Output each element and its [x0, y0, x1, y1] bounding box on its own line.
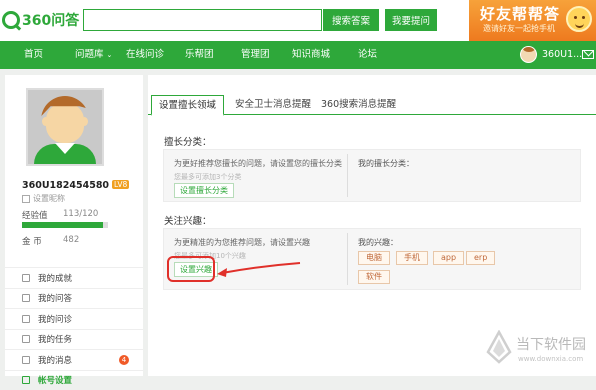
tab-security-reminder[interactable]: 安全卫士消息提醒	[228, 95, 318, 115]
interest-tag[interactable]: 软件	[358, 270, 390, 284]
trophy-icon	[22, 274, 30, 282]
interest-tag[interactable]: 手机	[396, 251, 428, 265]
exp-progress-fill	[22, 222, 103, 228]
promo-title: 好友帮帮答	[480, 3, 560, 24]
site-logo[interactable]: 360问答	[2, 10, 79, 30]
interest-tag[interactable]: erp	[466, 251, 495, 265]
nav-admin-group[interactable]: 管理团	[241, 41, 270, 69]
interest-section-title: 关注兴趣：	[164, 213, 212, 227]
box-divider	[347, 154, 348, 197]
menu-label: 我的问答	[38, 292, 72, 304]
nav-online-consult[interactable]: 在线问诊	[126, 41, 164, 69]
menu-label: 我的消息	[38, 354, 72, 366]
username-text: 360U182454580	[22, 180, 109, 191]
box-divider	[347, 233, 348, 285]
profile-username: 360U182454580LV8	[22, 180, 129, 191]
highlight-circle	[167, 256, 215, 282]
menu-account-settings[interactable]: 帐号设置	[5, 370, 143, 390]
my-interest-label: 我的兴趣：	[358, 237, 398, 248]
red-arrow-icon	[214, 257, 304, 279]
message-icon	[22, 356, 30, 364]
exp-progress-bar	[22, 222, 108, 228]
interest-tag[interactable]: app	[433, 251, 464, 265]
my-expertise-label: 我的擅长分类：	[358, 158, 414, 169]
task-icon	[22, 335, 30, 343]
menu-my-tasks[interactable]: 我的任务	[5, 329, 143, 350]
settings-icon	[22, 376, 30, 384]
menu-label: 我的成就	[38, 272, 72, 284]
menu-label: 我的问诊	[38, 313, 72, 325]
nav-home[interactable]: 首页	[24, 41, 43, 69]
menu-my-messages[interactable]: 我的消息 4	[5, 349, 143, 370]
logo-text: 360问答	[22, 10, 79, 30]
downxia-logo-icon	[485, 330, 513, 364]
doctor-icon	[22, 315, 30, 323]
set-nickname-label: 设置昵称	[33, 193, 65, 204]
profile-avatar[interactable]	[26, 88, 104, 166]
nav-user-menu[interactable]: 360U1...	[520, 46, 582, 63]
exp-value: 113/120	[63, 209, 98, 219]
nav-question-library[interactable]: 问题库⌄	[75, 41, 112, 69]
logo-q-icon	[2, 11, 20, 29]
promo-banner[interactable]: 好友帮帮答 邀请好友一起抢手机	[469, 0, 596, 41]
watermark: 当下软件园 www.downxia.com	[482, 328, 596, 372]
profile-menu: 我的成就 我的问答 我的问诊 我的任务 我的消息 4 帐号设置	[5, 267, 143, 390]
question-icon	[22, 294, 30, 302]
menu-label: 我的任务	[38, 333, 72, 345]
expertise-box: 为更好推荐您擅长的问题，请设置您的擅长分类 您最多可添加3个分类 设置擅长分类 …	[163, 149, 581, 202]
settings-tabs: 设置擅长领域 安全卫士消息提醒 360搜索消息提醒	[148, 95, 596, 115]
main-nav: 首页 问题库⌄ 在线问诊 乐帮团 管理团 知识商城 论坛	[0, 41, 596, 69]
tab-expertise[interactable]: 设置擅长领域	[151, 95, 224, 116]
search-answer-button[interactable]: 搜索答案	[323, 9, 379, 31]
top-header: 360问答 搜索答案 我要提问 好友帮帮答 邀请好友一起抢手机	[0, 0, 596, 41]
ask-question-button[interactable]: 我要提问	[385, 9, 437, 31]
unread-badge: 4	[119, 355, 129, 365]
set-nickname-link[interactable]: 设置昵称	[22, 193, 65, 204]
menu-my-qa[interactable]: 我的问答	[5, 288, 143, 309]
search-input[interactable]	[83, 9, 322, 31]
profile-sidebar: 360U182454580LV8 设置昵称 经验值 113/120 金 币 48…	[5, 75, 143, 376]
expertise-hint: 您最多可添加3个分类	[174, 172, 241, 182]
mail-icon[interactable]	[582, 50, 594, 59]
nav-knowledge-mall[interactable]: 知识商城	[292, 41, 330, 69]
level-badge: LV8	[112, 180, 129, 189]
edit-icon	[22, 195, 30, 203]
interest-tag[interactable]: 电脑	[358, 251, 390, 265]
avatar-face	[46, 103, 84, 143]
menu-label: 帐号设置	[38, 374, 72, 386]
nav-username: 360U1...	[542, 49, 582, 60]
watermark-url: www.downxia.com	[518, 355, 583, 363]
nav-help-group[interactable]: 乐帮团	[185, 41, 214, 69]
avatar	[520, 46, 537, 63]
expertise-section-title: 擅长分类：	[164, 134, 212, 148]
gold-value: 482	[63, 235, 79, 245]
expertise-description: 为更好推荐您擅长的问题，请设置您的擅长分类	[174, 158, 342, 169]
menu-my-consult[interactable]: 我的问诊	[5, 308, 143, 329]
watermark-title: 当下软件园	[516, 334, 586, 354]
menu-achievements[interactable]: 我的成就	[5, 267, 143, 288]
promo-subtitle: 邀请好友一起抢手机	[483, 23, 555, 34]
exp-label: 经验值	[22, 209, 48, 221]
nav-question-library-label: 问题库	[75, 49, 104, 60]
tab-search-reminder[interactable]: 360搜索消息提醒	[314, 95, 403, 115]
smiley-face-icon	[566, 6, 592, 32]
gold-label: 金 币	[22, 235, 42, 247]
chevron-down-icon: ⌄	[107, 51, 113, 59]
nav-forum[interactable]: 论坛	[358, 41, 377, 69]
set-expertise-button[interactable]: 设置擅长分类	[174, 183, 234, 198]
interest-description: 为更精准的为您推荐问题，请设置兴趣	[174, 237, 310, 248]
